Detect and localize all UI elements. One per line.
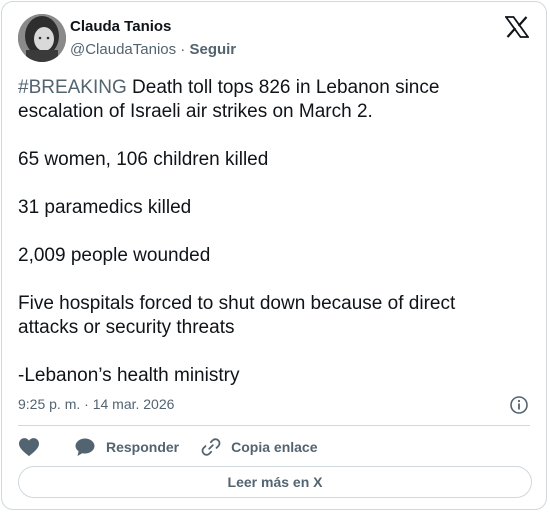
x-logo-icon[interactable] xyxy=(505,16,529,38)
handle-separator: · xyxy=(176,41,190,58)
post-timestamp[interactable]: 9:25 p. m. · 14 mar. 2026 xyxy=(18,396,174,412)
read-more-button[interactable]: Leer más en X xyxy=(18,466,532,498)
post-body: #BREAKING Death toll tops 826 in Lebanon… xyxy=(18,76,518,388)
post-line: 31 paramedics killed xyxy=(18,197,192,218)
post-headline: #BREAKING Death toll tops 826 in Lebanon… xyxy=(18,76,518,124)
author-meta: @ClaudaTanios · Seguir xyxy=(70,41,236,58)
link-icon xyxy=(201,438,221,456)
heart-icon xyxy=(19,438,39,457)
post-line: Five hospitals forced to shut down becau… xyxy=(18,293,456,338)
copy-link-label: Copia enlace xyxy=(231,439,318,455)
author-name[interactable]: Clauda Tanios xyxy=(70,18,171,35)
copy-link-button[interactable]: Copia enlace xyxy=(201,437,318,457)
reply-button[interactable]: Responder xyxy=(74,437,179,457)
post-card: Clauda Tanios @ClaudaTanios · Seguir #BR… xyxy=(1,1,547,510)
follow-button[interactable]: Seguir xyxy=(189,41,236,58)
post-line: -Lebanon’s health ministry xyxy=(18,365,240,386)
post-line: 2,009 people wounded xyxy=(18,245,211,266)
hashtag-link[interactable]: #BREAKING xyxy=(18,77,127,98)
post-line: 65 women, 106 children killed xyxy=(18,149,269,170)
action-bar: Responder Copia enlace xyxy=(18,434,340,460)
reply-bubble-icon xyxy=(75,438,95,456)
like-button[interactable] xyxy=(18,437,40,457)
avatar-image xyxy=(18,14,66,62)
info-icon[interactable] xyxy=(509,395,529,415)
avatar[interactable] xyxy=(18,14,66,62)
divider xyxy=(18,425,530,426)
reply-label: Responder xyxy=(106,439,180,455)
author-handle[interactable]: @ClaudaTanios xyxy=(70,41,176,58)
